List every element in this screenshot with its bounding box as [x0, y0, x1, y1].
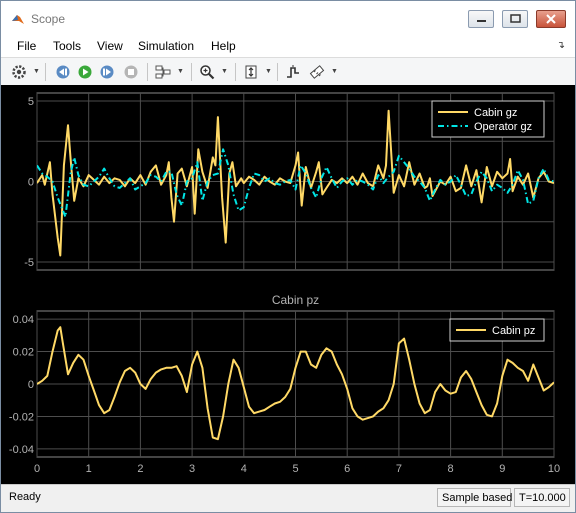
step-back-icon[interactable]: [53, 62, 73, 82]
x-tick-label: 0: [34, 463, 40, 475]
triggers-icon[interactable]: [283, 62, 303, 82]
legend-label: Cabin gz: [474, 107, 517, 119]
toolbar-separator: [147, 63, 148, 81]
step-forward-icon[interactable]: [97, 62, 117, 82]
zoom-dropdown-icon[interactable]: ▼: [221, 68, 228, 75]
x-tick-label: 8: [448, 463, 454, 475]
autoscale-dropdown-icon[interactable]: ▼: [265, 68, 272, 75]
minimize-button[interactable]: [468, 10, 494, 28]
y-tick-label: -5: [24, 257, 34, 269]
title-bar[interactable]: Scope: [1, 1, 575, 37]
y-tick-label: -0.02: [9, 411, 34, 423]
x-tick-label: 3: [189, 463, 195, 475]
scope-plots[interactable]: -5 0 5 Cabin gz Operator gz -0.04 -0.02 0 0.02 0.…: [1, 85, 575, 484]
toolbar-separator: [277, 63, 278, 81]
close-button[interactable]: [536, 10, 566, 28]
run-icon[interactable]: [75, 62, 95, 82]
y-tick-label: 0.02: [13, 347, 34, 359]
x-tick-label: 4: [241, 463, 247, 475]
cursor-measurements-icon[interactable]: [307, 62, 327, 82]
maximize-icon: [510, 14, 521, 23]
y-tick-label: -0.04: [9, 444, 34, 456]
toolbar-separator: [235, 63, 236, 81]
y-tick-label: 0: [28, 177, 34, 189]
legend-label: Operator gz: [474, 121, 532, 133]
menu-view[interactable]: View: [97, 39, 123, 53]
menu-file[interactable]: File: [17, 39, 36, 53]
plot-area: -5 0 5 Cabin gz Operator gz -0.04 -0.02 0 0.02 0.…: [1, 85, 575, 484]
x-tick-label: 5: [292, 463, 298, 475]
measurements-dropdown-icon[interactable]: ▼: [331, 68, 338, 75]
x-tick-label: 10: [548, 463, 560, 475]
window-title: Scope: [31, 12, 66, 26]
x-tick-label: 6: [344, 463, 350, 475]
menu-help[interactable]: Help: [211, 39, 236, 53]
gear-icon[interactable]: [9, 62, 29, 82]
close-icon: [546, 14, 556, 24]
status-ready: Ready: [9, 491, 41, 503]
dock-arrow-icon[interactable]: ↴: [557, 40, 565, 51]
scope-window: Scope File Tools View Simulation Help ↴ …: [0, 0, 576, 513]
menu-bar: File Tools View Simulation Help ↴: [1, 37, 575, 57]
toolbar-separator: [45, 63, 46, 81]
maximize-button[interactable]: [502, 10, 528, 28]
status-bar: Ready Sample based T=10.000: [1, 484, 575, 512]
stop-icon[interactable]: [121, 62, 141, 82]
legend-label: Cabin pz: [492, 325, 535, 337]
x-tick-label: 7: [396, 463, 402, 475]
toolbar: ▼ ▼ ▼ ▼ ▼: [1, 57, 575, 87]
menu-simulation[interactable]: Simulation: [138, 39, 194, 53]
zoom-in-icon[interactable]: [197, 62, 217, 82]
toolbar-separator: [191, 63, 192, 81]
gear-dropdown-icon[interactable]: ▼: [33, 68, 40, 75]
signal-selector-icon[interactable]: [153, 62, 173, 82]
y-tick-label: 5: [28, 96, 34, 108]
x-tick-label: 1: [86, 463, 92, 475]
y-tick-label: 0: [28, 379, 34, 391]
autoscale-icon[interactable]: [241, 62, 261, 82]
time-readout: T=10.000: [514, 488, 570, 507]
axes-title: Cabin pz: [272, 293, 319, 307]
y-tick-label: 0.04: [13, 314, 34, 326]
x-tick-label: 2: [137, 463, 143, 475]
x-tick-label: 9: [499, 463, 505, 475]
sample-mode-indicator: Sample based: [437, 488, 512, 507]
menu-tools[interactable]: Tools: [53, 39, 81, 53]
minimize-icon: [477, 20, 486, 22]
matlab-logo-icon: [11, 12, 25, 26]
signal-dropdown-icon[interactable]: ▼: [177, 68, 184, 75]
